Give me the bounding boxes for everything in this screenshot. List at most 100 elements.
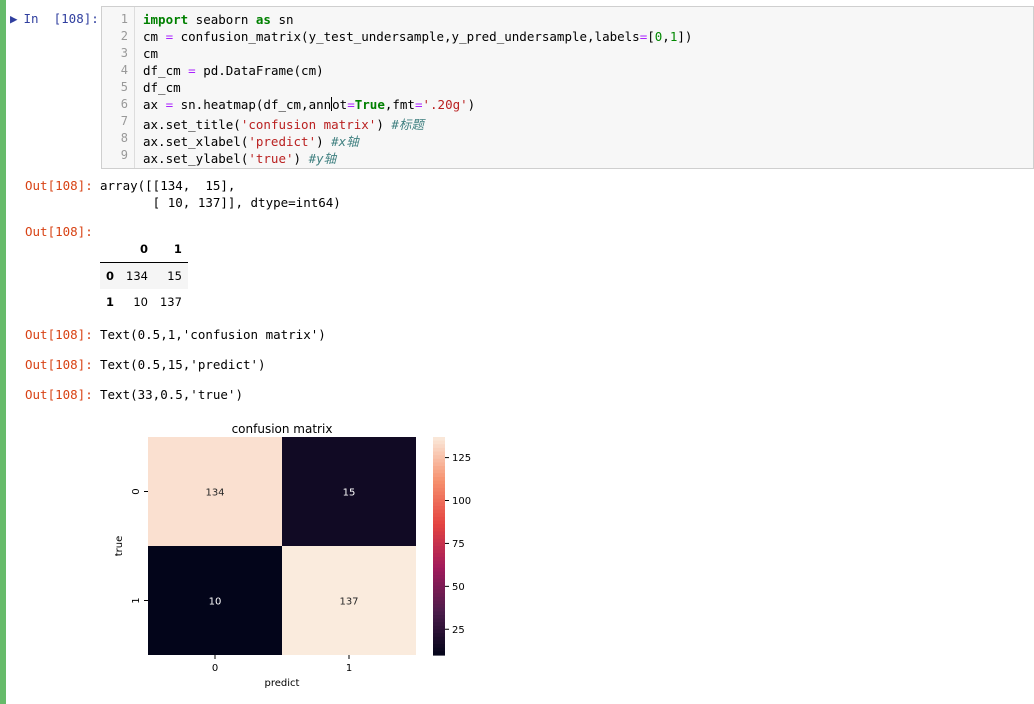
line-number: 6 <box>120 97 128 111</box>
code-line-6: ax = sn.heatmap(df_cm,annot=True,fmt='.2… <box>143 97 476 112</box>
line-number: 3 <box>120 46 128 60</box>
x-tick-label: 1 <box>346 663 352 674</box>
input-prompt: ▶ In [108]: <box>10 11 99 26</box>
colorbar-tick-label: 25 <box>452 625 465 636</box>
colorbar-segment <box>433 498 445 503</box>
colorbar-tick-label: 50 <box>452 582 465 593</box>
code-line-5: df_cm <box>143 80 181 95</box>
colorbar-segment <box>433 593 445 598</box>
colorbar-segment <box>433 491 445 496</box>
colorbar-segment <box>433 538 445 543</box>
colorbar-segment <box>433 455 445 460</box>
colorbar-segment <box>433 437 445 442</box>
colorbar-segment <box>433 462 445 467</box>
colorbar-segment <box>433 589 445 594</box>
x-tick-label: 0 <box>212 663 218 674</box>
y-tick-label: 0 <box>131 488 142 494</box>
output-prompt: Out[108]: <box>25 357 93 372</box>
dataframe-table: 0 1 0 134 15 1 10 137 <box>100 236 188 315</box>
colorbar-segment <box>433 480 445 485</box>
colorbar-segment <box>433 535 445 540</box>
input-prompt-label: In [108]: <box>23 11 99 26</box>
y-axis-label: true <box>114 536 125 557</box>
row-index: 0 <box>106 269 115 283</box>
text-output-ylabel: Text(33,0.5,'true') <box>100 387 243 402</box>
colorbar-segment <box>433 625 445 631</box>
table-cell: 137 <box>159 295 182 309</box>
colorbar-segment <box>433 527 445 533</box>
colorbar-segment <box>433 607 445 612</box>
confusion-matrix-heatmap: confusion matrix 134 15 10 137 0 1 predict 0 1 tru… <box>114 422 471 689</box>
table-cell: 134 <box>126 269 148 283</box>
colorbar-segment <box>433 618 445 623</box>
colorbar-segment <box>433 582 445 587</box>
code-editor[interactable]: 1 2 3 4 5 6 7 8 9 import seaborn as sn c… <box>101 6 1034 169</box>
line-number: 5 <box>120 80 128 94</box>
code-line-3: cm <box>143 46 159 61</box>
colorbar-segment <box>433 451 445 456</box>
line-number-gutter: 1 2 3 4 5 6 7 8 9 <box>102 7 135 168</box>
colorbar-segment <box>433 520 445 525</box>
colorbar-segment <box>433 629 445 634</box>
colorbar-segment <box>433 542 445 547</box>
colorbar-segment <box>433 513 445 518</box>
run-cell-icon[interactable]: ▶ <box>10 11 18 26</box>
table-row: 0 134 15 <box>100 262 188 289</box>
code-line-4: df_cm = pd.DataFrame(cm) <box>143 63 324 78</box>
line-number: 8 <box>120 131 128 145</box>
line-number: 2 <box>120 29 128 43</box>
colorbar-segment <box>433 546 445 551</box>
output-prompt: Out[108]: <box>25 178 93 193</box>
colorbar-segment <box>433 466 445 471</box>
colorbar-segment <box>433 447 445 453</box>
line-number: 4 <box>120 63 128 77</box>
colorbar-segment <box>433 524 445 529</box>
code-line-2: cm = confusion_matrix(y_test_undersample… <box>143 29 693 44</box>
chart-title: confusion matrix <box>232 422 333 436</box>
colorbar-segment <box>433 571 445 576</box>
colorbar-segment <box>433 531 445 536</box>
colorbar-segment <box>433 578 445 583</box>
colorbar-segment <box>433 604 445 609</box>
colorbar-segment <box>433 600 445 605</box>
colorbar-segment <box>433 611 445 616</box>
line-number: 1 <box>120 12 128 26</box>
cell-annotation: 137 <box>339 597 358 608</box>
colorbar-segment <box>433 644 445 649</box>
line-number: 9 <box>120 148 128 162</box>
colorbar-segment <box>433 651 445 656</box>
colorbar-segment <box>433 549 445 554</box>
text-output-title: Text(0.5,1,'confusion matrix') <box>100 327 326 342</box>
colorbar-tick-label: 100 <box>452 496 471 507</box>
output-prompt: Out[108]: <box>25 224 93 239</box>
text-cursor <box>331 97 333 111</box>
text-output-xlabel: Text(0.5,15,'predict') <box>100 357 266 372</box>
code-line-9: ax.set_ylabel('true') #y轴 <box>143 151 337 166</box>
x-axis-label: predict <box>265 678 300 689</box>
colorbar-segment <box>433 487 445 493</box>
colorbar-segment <box>433 516 445 522</box>
colorbar-segment <box>433 633 445 638</box>
table-cell: 15 <box>167 269 182 283</box>
colorbar-segment <box>433 647 445 652</box>
colorbar-segment <box>433 596 445 602</box>
colorbar-segment <box>433 575 445 580</box>
array-output-line-2: [ 10, 137]], dtype=int64) <box>100 195 341 210</box>
colorbar-segment <box>433 484 445 489</box>
cell-annotation: 15 <box>343 488 356 499</box>
code-line-1: import seaborn as sn <box>143 12 294 27</box>
table-corner <box>100 236 121 263</box>
colorbar-segment <box>433 564 445 569</box>
table-row: 1 10 137 <box>100 289 188 315</box>
line-number: 7 <box>120 114 128 128</box>
column-header: 0 <box>120 236 154 263</box>
colorbar-segment <box>433 622 445 627</box>
colorbar-segment <box>433 585 445 591</box>
row-index: 1 <box>106 295 115 309</box>
cell-annotation: 10 <box>209 597 222 608</box>
colorbar-segment <box>433 469 445 474</box>
colorbar-segment <box>433 473 445 478</box>
colorbar-segment <box>433 567 445 573</box>
colorbar-segment <box>433 440 445 445</box>
colorbar-segment <box>433 509 445 514</box>
